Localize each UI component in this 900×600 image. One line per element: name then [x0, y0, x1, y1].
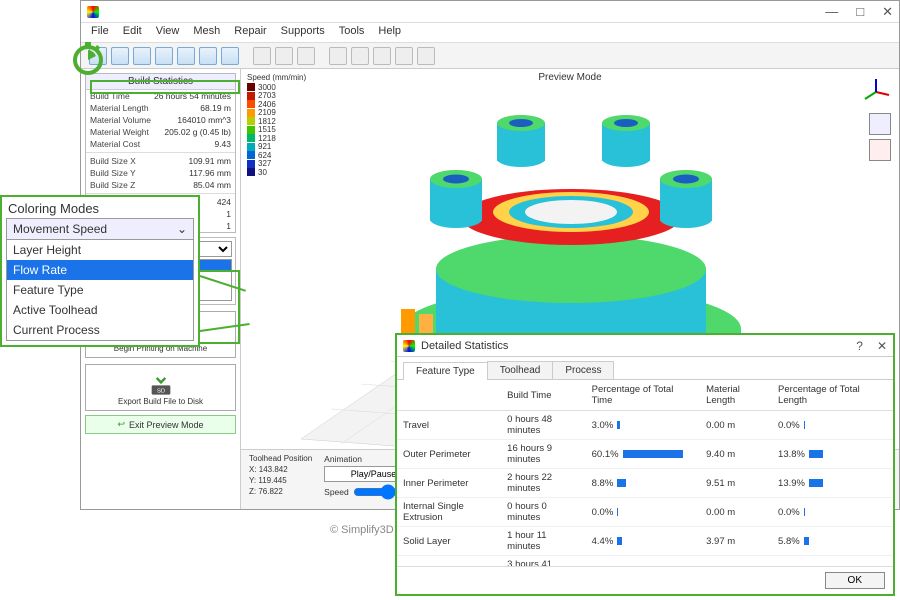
tool-misc-icon[interactable]	[329, 47, 347, 65]
stat-row: Build Size X109.91 mm	[86, 155, 235, 167]
coloring-heading: Coloring Modes	[2, 197, 198, 218]
tool-cube-icon[interactable]	[177, 47, 195, 65]
tab-toolhead[interactable]: Toolhead	[487, 361, 554, 379]
column-header: Percentage of Total Time	[586, 380, 700, 411]
menubar: File Edit View Mesh Repair Supports Tools Help	[81, 23, 899, 43]
toolhead-pos-title: Toolhead Position	[249, 454, 312, 463]
stat-row: Material Cost9.43	[86, 138, 235, 150]
coloring-option[interactable]: Feature Type	[7, 280, 193, 300]
column-header: Material Length	[700, 380, 772, 411]
menu-tools[interactable]: Tools	[339, 25, 365, 40]
speed-label: Speed	[324, 487, 349, 497]
coloring-option[interactable]: Layer Height	[7, 240, 193, 260]
coloring-option[interactable]: Active Toolhead	[7, 300, 193, 320]
menu-supports[interactable]: Supports	[281, 25, 325, 40]
toolhead-x: X: 143.842	[249, 465, 312, 474]
legend-item: 3000	[247, 83, 306, 92]
tool-cube-icon[interactable]	[155, 47, 173, 65]
legend-title: Speed (mm/min)	[247, 73, 306, 82]
ok-button[interactable]: OK	[825, 572, 885, 589]
svg-text:SD: SD	[156, 388, 164, 394]
tool-cube-icon[interactable]	[111, 47, 129, 65]
coloring-modes-callout: Coloring Modes Movement Speed ⌄ Layer He…	[0, 195, 200, 347]
stat-row: Material Length68.19 m	[86, 102, 235, 114]
close-button[interactable]: ✕	[882, 4, 893, 20]
stat-row: Build Size Y117.96 mm	[86, 167, 235, 179]
tab-feature-type[interactable]: Feature Type	[403, 362, 488, 380]
dialog-titlebar: Detailed Statistics ? ✕	[397, 335, 893, 357]
menu-file[interactable]: File	[91, 25, 109, 40]
menu-view[interactable]: View	[156, 25, 180, 40]
table-row: Travel0 hours 48 minutes3.0%0.00 m0.0%	[397, 411, 893, 440]
table-row: Solid Layer1 hour 11 minutes4.4%3.97 m5.…	[397, 527, 893, 556]
stat-row: Build Time26 hours 54 minutes	[86, 90, 235, 102]
tool-misc-icon[interactable]	[395, 47, 413, 65]
menu-help[interactable]: Help	[378, 25, 401, 40]
column-header: Percentage of Total Length	[772, 380, 893, 411]
export-build-button[interactable]: SD Export Build File to Disk	[85, 364, 236, 411]
coloring-dropdown-head[interactable]: Movement Speed ⌄	[6, 218, 194, 240]
viewcube-icon[interactable]	[869, 113, 891, 135]
preview-mode-label: Preview Mode	[538, 72, 601, 83]
dialog-close-button[interactable]: ✕	[877, 339, 887, 353]
stat-row: Build Size Z85.04 mm	[86, 179, 235, 191]
titlebar: — □ ✕	[81, 1, 899, 23]
panel-title: Build Statistics	[86, 74, 235, 90]
app-logo-icon	[403, 340, 415, 352]
coloring-option[interactable]: Current Process	[7, 320, 193, 340]
dialog-tabs: Feature TypeToolheadProcess	[397, 361, 893, 380]
tool-misc-icon[interactable]	[373, 47, 391, 65]
column-header	[397, 380, 501, 411]
toolbar	[81, 43, 899, 69]
tool-cube-icon[interactable]	[133, 47, 151, 65]
tool-cube-icon[interactable]	[221, 47, 239, 65]
menu-repair[interactable]: Repair	[234, 25, 266, 40]
coloring-dropdown-list[interactable]: Layer HeightFlow RateFeature TypeActive …	[6, 240, 194, 341]
minimize-button[interactable]: —	[825, 4, 838, 20]
toolhead-y: Y: 119.445	[249, 476, 312, 485]
help-button[interactable]: ?	[856, 339, 863, 353]
stat-row: Material Volume164010 mm^3	[86, 114, 235, 126]
menu-mesh[interactable]: Mesh	[193, 25, 220, 40]
tool-misc-icon[interactable]	[417, 47, 435, 65]
viewcube-alt-icon[interactable]	[869, 139, 891, 161]
detailed-statistics-dialog: Detailed Statistics ? ✕ Feature TypeTool…	[395, 333, 895, 596]
exit-preview-button[interactable]: ↩Exit Preview Mode	[85, 415, 236, 434]
axis-icon	[861, 77, 891, 107]
tool-cube-icon[interactable]	[199, 47, 217, 65]
menu-edit[interactable]: Edit	[123, 25, 142, 40]
tool-pointer-icon[interactable]	[297, 47, 315, 65]
column-header: Build Time	[501, 380, 585, 411]
stat-row: Material Weight205.02 g (0.45 lb)	[86, 126, 235, 138]
table-row: Internal Single Extrusion0 hours 0 minut…	[397, 498, 893, 527]
toolhead-z: Z: 76.822	[249, 487, 312, 496]
tool-crosshair-icon[interactable]	[253, 47, 271, 65]
coloring-option[interactable]: Flow Rate	[7, 260, 193, 280]
tab-process[interactable]: Process	[552, 361, 614, 379]
table-row: Infill3 hours 41 minutes13.7%38.94 m57.1…	[397, 556, 893, 567]
statistics-table: Build TimePercentage of Total TimeMateri…	[397, 380, 893, 566]
chevron-down-icon: ⌄	[177, 222, 187, 236]
app-logo-icon	[87, 6, 99, 18]
table-row: Inner Perimeter2 hours 22 minutes8.8%9.5…	[397, 469, 893, 498]
tool-misc-icon[interactable]	[351, 47, 369, 65]
copyright-text: © Simplify3D	[330, 524, 394, 536]
tool-select-icon[interactable]	[275, 47, 293, 65]
table-row: Outer Perimeter16 hours 9 minutes60.1%9.…	[397, 440, 893, 469]
stopwatch-icon	[70, 40, 106, 76]
dialog-title-text: Detailed Statistics	[421, 340, 508, 352]
maximize-button[interactable]: □	[856, 4, 864, 20]
